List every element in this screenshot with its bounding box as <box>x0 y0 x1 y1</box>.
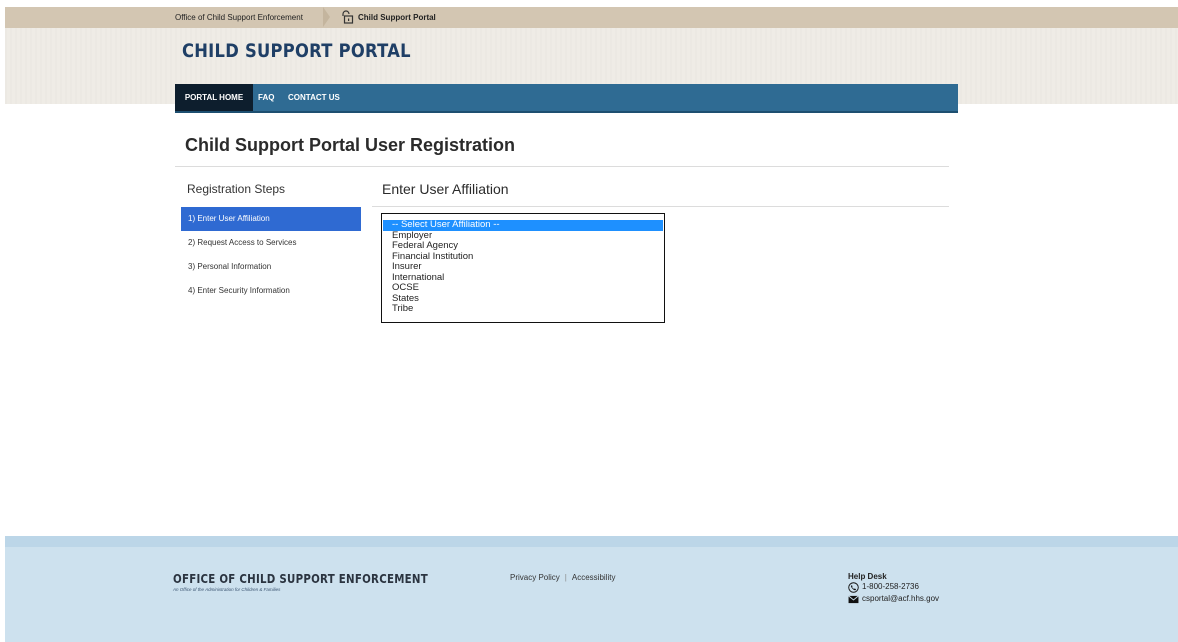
affiliation-option-international[interactable]: International <box>382 272 664 284</box>
footer-links: Privacy Policy | Accessibility <box>510 573 615 582</box>
help-desk: Help Desk 1-800-258-2736 csportal@acf.hh… <box>848 572 939 605</box>
divider <box>372 206 949 207</box>
breadcrumb-current: Child Support Portal <box>358 13 436 22</box>
affiliation-option-financial-institution[interactable]: Financial Institution <box>382 251 664 263</box>
accessibility-link[interactable]: Accessibility <box>572 573 616 582</box>
affiliation-option-placeholder[interactable]: -- Select User Affiliation -- <box>383 219 663 231</box>
privacy-policy-link[interactable]: Privacy Policy <box>510 573 560 582</box>
footer-link-separator: | <box>564 573 567 582</box>
page-title: Child Support Portal User Registration <box>185 135 516 155</box>
registration-steps-heading: Registration Steps <box>187 182 286 196</box>
help-desk-phone[interactable]: 1-800-258-2736 <box>862 581 919 593</box>
affiliation-option-federal-agency[interactable]: Federal Agency <box>382 240 664 252</box>
help-desk-email-row: csportal@acf.hhs.gov <box>848 593 939 605</box>
breadcrumb-ocse-link[interactable]: Office of Child Support Enforcement <box>175 7 303 28</box>
footer-top-strip <box>5 536 1178 547</box>
breadcrumb-separator <box>323 7 330 27</box>
main-nav: PORTAL HOME FAQ CONTACT US <box>175 84 958 113</box>
divider <box>175 166 949 167</box>
step-enter-user-affiliation[interactable]: 1) Enter User Affiliation <box>181 207 361 231</box>
step-security-information[interactable]: 4) Enter Security Information <box>181 279 361 303</box>
affiliation-option-states[interactable]: States <box>382 293 664 305</box>
mail-icon <box>848 595 859 603</box>
help-desk-email[interactable]: csportal@acf.hhs.gov <box>862 593 939 605</box>
help-desk-phone-row: 1-800-258-2736 <box>848 581 939 593</box>
phone-icon <box>848 581 859 593</box>
step-personal-information[interactable]: 3) Personal Information <box>181 255 361 279</box>
footer-ocse-logo[interactable]: OFFICE OF CHILD SUPPORT ENFORCEMENT <box>173 571 428 586</box>
affiliation-option-ocse[interactable]: OCSE <box>382 282 664 294</box>
user-affiliation-select[interactable]: -- Select User Affiliation -- Employer F… <box>381 213 665 323</box>
portal-logo[interactable]: CHILD SUPPORT PORTAL <box>182 40 411 62</box>
nav-faq[interactable]: FAQ <box>258 84 274 111</box>
affiliation-option-tribe[interactable]: Tribe <box>382 303 664 315</box>
footer: OFFICE OF CHILD SUPPORT ENFORCEMENT An O… <box>5 536 1178 642</box>
help-desk-heading: Help Desk <box>848 572 887 581</box>
breadcrumb: Office of Child Support Enforcement Chil… <box>5 7 1178 28</box>
lock-icon <box>342 10 354 24</box>
step-request-access[interactable]: 2) Request Access to Services <box>181 231 361 255</box>
affiliation-option-insurer[interactable]: Insurer <box>382 261 664 273</box>
section-heading: Enter User Affiliation <box>382 181 509 197</box>
footer-logo-subtitle: An Office of the Administration for Chil… <box>173 587 281 592</box>
nav-contact-us[interactable]: CONTACT US <box>288 84 340 111</box>
nav-portal-home[interactable]: PORTAL HOME <box>175 84 253 111</box>
